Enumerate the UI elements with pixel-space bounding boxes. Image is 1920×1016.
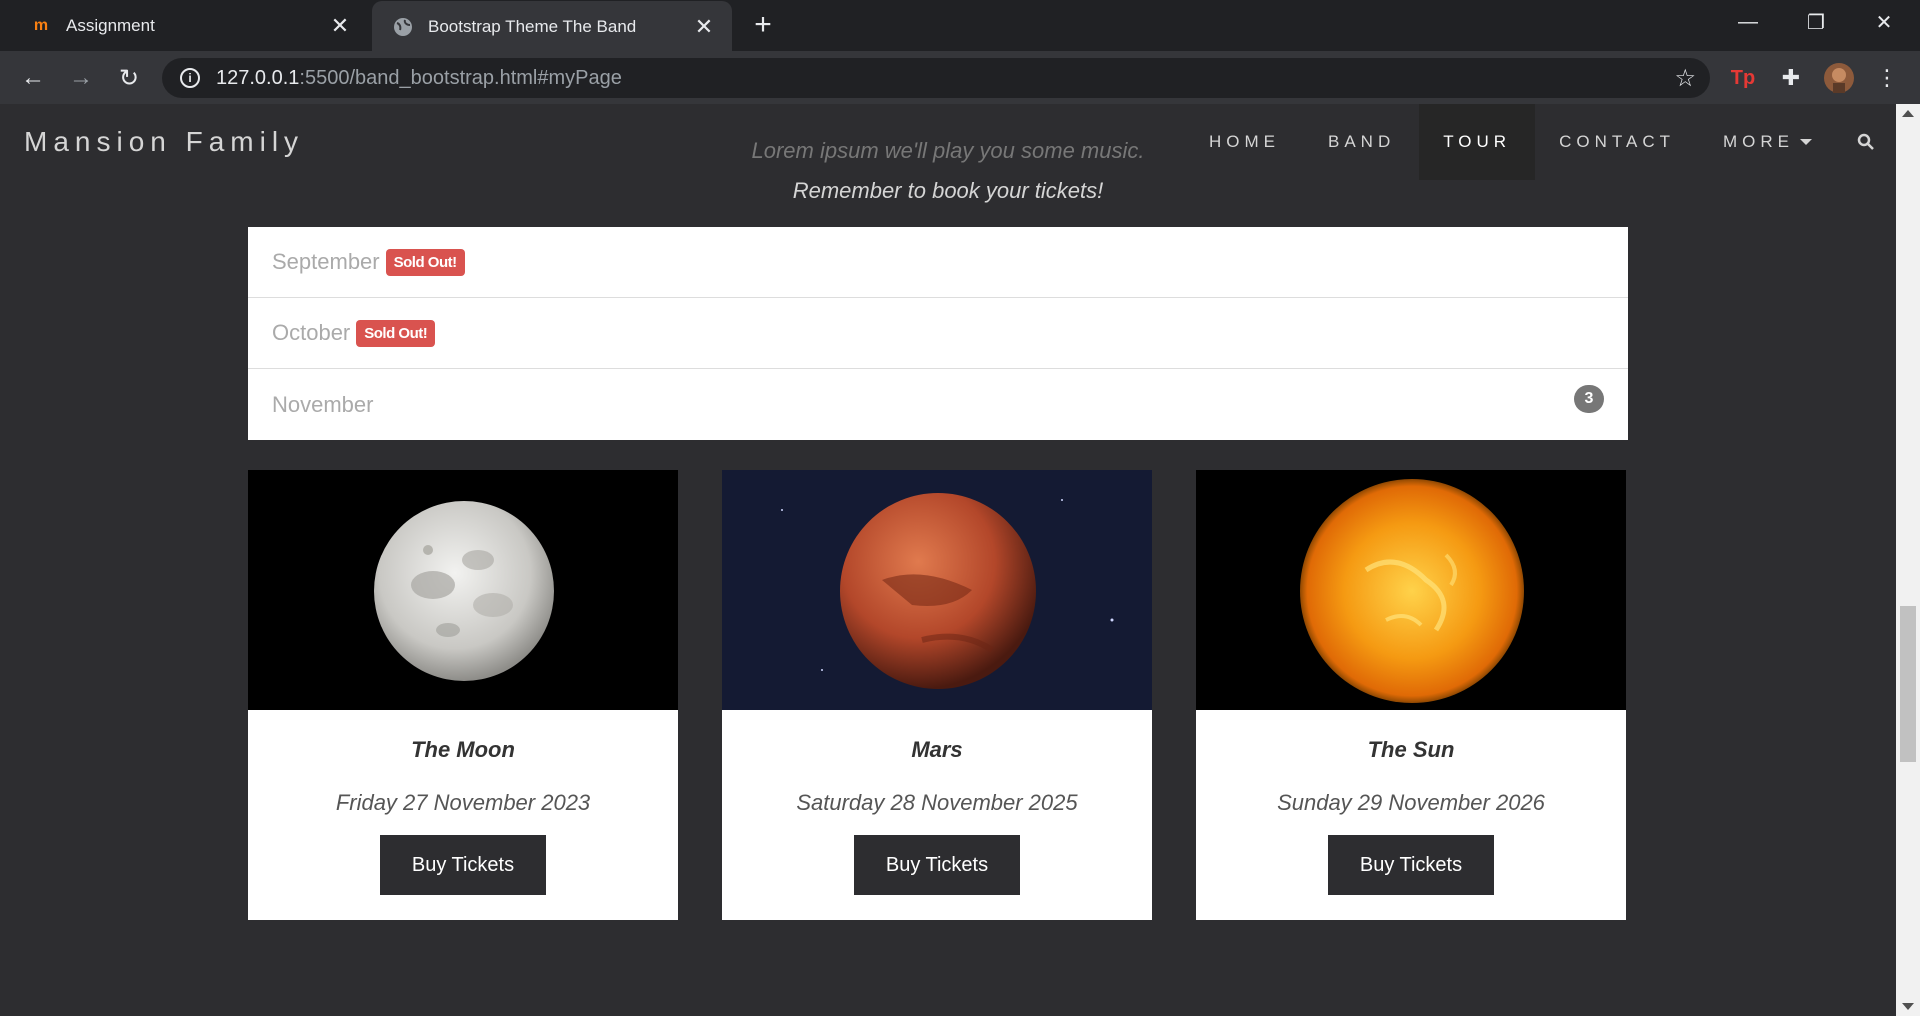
search-icon[interactable] (1836, 104, 1896, 180)
month-name: November (272, 391, 374, 417)
url-path: :5500/band_bootstrap.html#myPage (299, 66, 622, 89)
restore-icon[interactable]: ❐ (1786, 0, 1846, 44)
month-name: September (272, 249, 380, 274)
tab-assignment[interactable]: m Assignment ✕ (10, 0, 368, 51)
sold-out-badge: Sold Out! (385, 248, 465, 276)
tour-card-moon: The Moon Friday 27 November 2023 Buy Tic… (248, 470, 678, 920)
close-window-icon[interactable]: ✕ (1854, 0, 1914, 44)
list-item: September Sold Out! (248, 227, 1628, 298)
card-title: The Sun (1367, 737, 1455, 762)
buy-tickets-button[interactable]: Buy Tickets (1328, 835, 1494, 895)
tab-title: Bootstrap Theme The Band (428, 16, 637, 36)
page-content: Lorem ipsum we'll play you some music. R… (0, 104, 1896, 1016)
nav-more[interactable]: MORE (1699, 104, 1836, 180)
list-item: November 3 (248, 369, 1628, 440)
tour-card-sun: The Sun Sunday 29 November 2026 Buy Tick… (1196, 470, 1626, 920)
url-host: 127.0.0.1 (216, 66, 300, 89)
info-icon[interactable]: i (180, 68, 200, 88)
sun-image (1196, 470, 1626, 710)
avatar[interactable] (1822, 61, 1856, 95)
brand-logo[interactable]: Mansion Family (24, 126, 304, 158)
moon-image (248, 470, 678, 710)
scroll-up-icon[interactable] (1902, 110, 1914, 117)
nav-more-label: MORE (1723, 132, 1794, 151)
extensions-puzzle-icon[interactable]: ✚ (1774, 61, 1808, 95)
nav-band[interactable]: BAND (1304, 104, 1419, 180)
scrollbar-thumb[interactable] (1900, 606, 1916, 762)
tour-reminder: Remember to book your tickets! (792, 178, 1104, 203)
count-badge: 3 (1574, 385, 1604, 413)
forward-icon[interactable]: → (62, 59, 100, 97)
menu-kebab-icon[interactable]: ⋮ (1870, 61, 1904, 95)
mars-image (722, 470, 1152, 710)
tab-band[interactable]: Bootstrap Theme The Band ✕ (372, 1, 732, 52)
card-title: Mars (911, 737, 963, 762)
card-title: The Moon (411, 737, 515, 762)
tour-card-mars: Mars Saturday 28 November 2025 Buy Ticke… (722, 470, 1152, 920)
browser-tabbar: m Assignment ✕ Bootstrap Theme The Band … (0, 0, 1920, 52)
nav-tour[interactable]: TOUR (1419, 104, 1536, 180)
globe-icon (392, 16, 414, 38)
moodle-icon: m (33, 16, 49, 34)
extension-tp-icon[interactable]: Tp (1726, 61, 1760, 95)
tour-months-list: September Sold Out! October Sold Out! No… (248, 227, 1628, 440)
card-date: Sunday 29 November 2026 (1277, 790, 1545, 815)
minimize-icon[interactable]: — (1718, 0, 1778, 44)
nav-contact[interactable]: CONTACT (1535, 104, 1699, 180)
list-item: October Sold Out! (248, 298, 1628, 369)
new-tab-button[interactable]: + (748, 8, 778, 42)
close-icon[interactable]: ✕ (328, 13, 352, 38)
back-icon[interactable]: ← (14, 59, 52, 97)
nav-links: HOME BAND TOUR CONTACT MORE (1185, 104, 1896, 180)
nav-home[interactable]: HOME (1185, 104, 1304, 180)
tab-title: Assignment (66, 15, 155, 35)
site-navbar: Mansion Family HOME BAND TOUR CONTACT MO… (0, 104, 1896, 180)
address-bar[interactable]: i 127.0.0.1:5500/band_bootstrap.html#myP… (162, 58, 1710, 98)
bookmark-star-icon[interactable]: ☆ (1674, 64, 1696, 93)
browser-toolbar: ← → ↻ i 127.0.0.1:5500/band_bootstrap.ht… (0, 51, 1920, 104)
buy-tickets-button[interactable]: Buy Tickets (854, 835, 1020, 895)
month-name: October (272, 320, 351, 345)
page-scrollbar[interactable] (1896, 104, 1920, 1016)
card-date: Friday 27 November 2023 (335, 790, 591, 815)
card-date: Saturday 28 November 2025 (796, 790, 1078, 815)
reload-icon[interactable]: ↻ (110, 59, 148, 97)
buy-tickets-button[interactable]: Buy Tickets (380, 835, 546, 895)
caret-down-icon (1800, 139, 1812, 145)
close-icon[interactable]: ✕ (692, 14, 716, 39)
sold-out-badge: Sold Out! (356, 319, 436, 347)
scroll-down-icon[interactable] (1902, 1003, 1914, 1010)
